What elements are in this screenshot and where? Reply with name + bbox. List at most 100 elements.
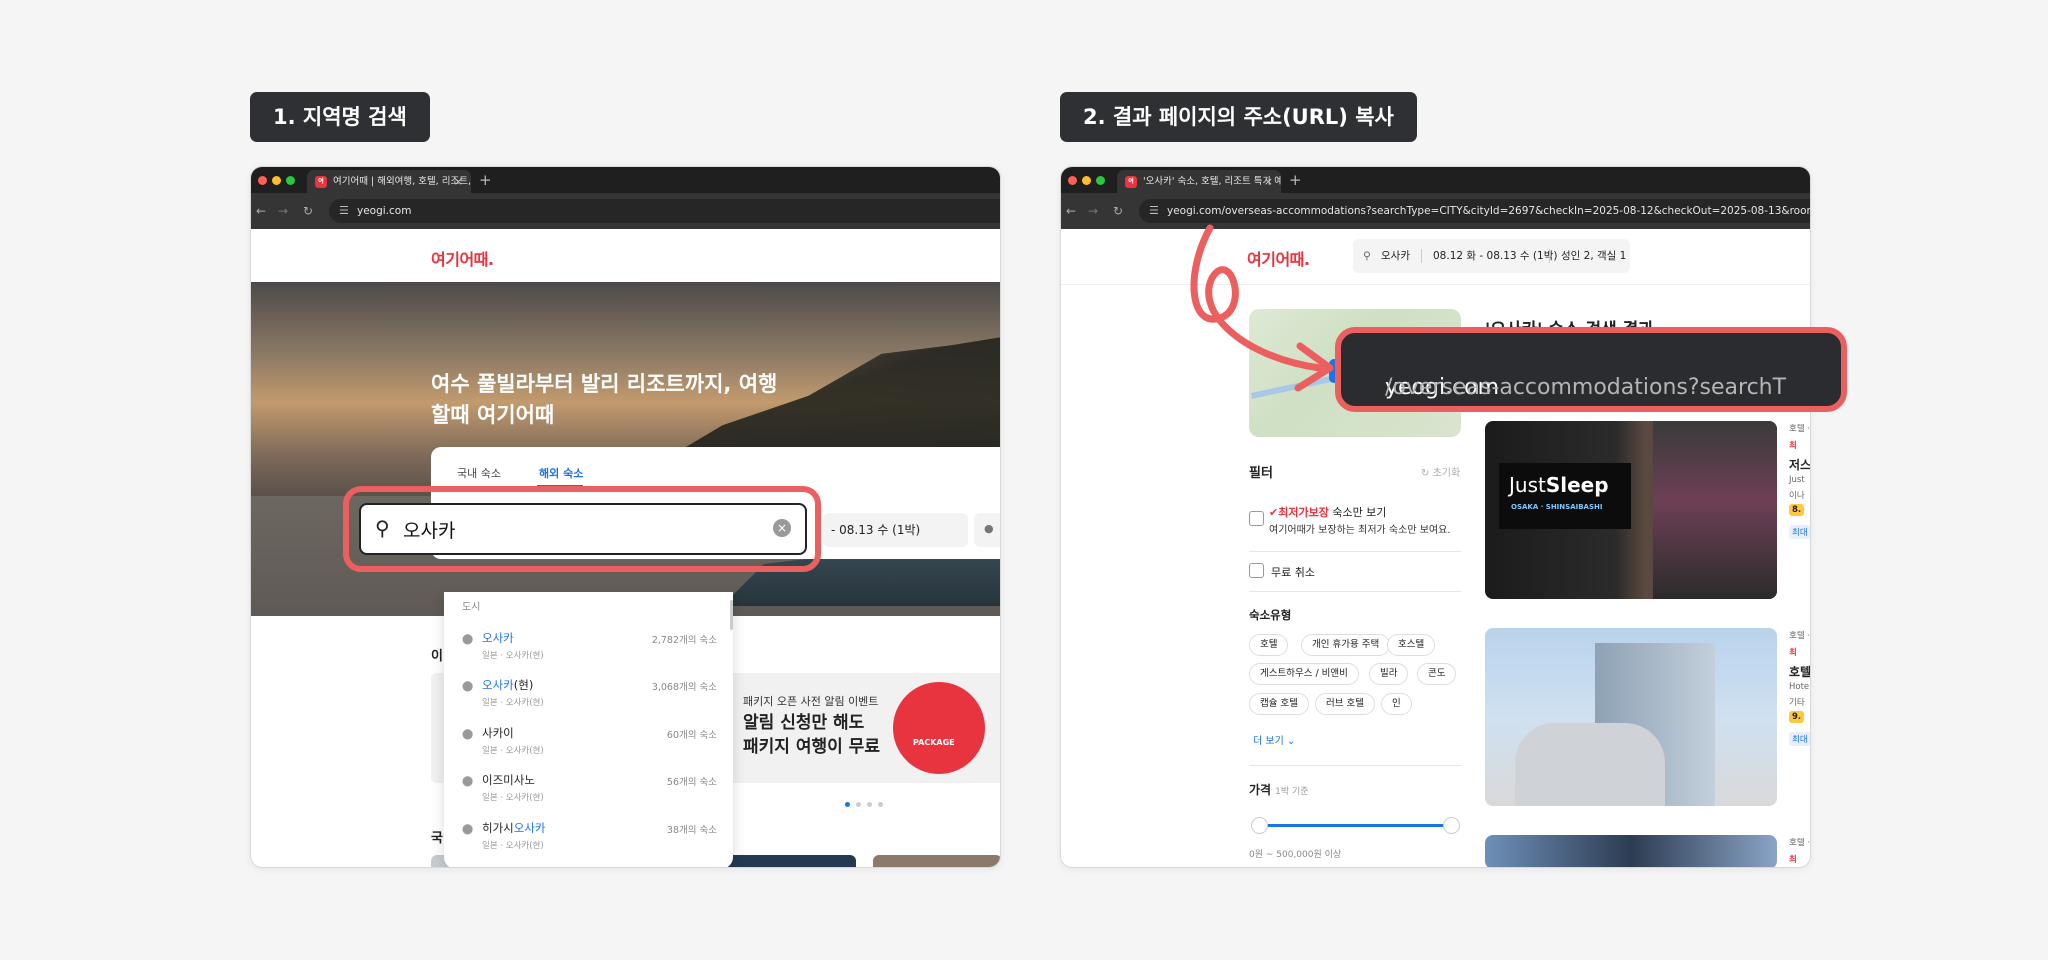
search-input[interactable]: ⚲ 오사카 × [359, 503, 807, 555]
location-pin-icon: ⬤ [462, 634, 474, 645]
pager-dot[interactable] [856, 802, 861, 807]
suggestion-name: 사카이 [482, 726, 514, 740]
pager-dot[interactable] [845, 802, 850, 807]
price-sub: 1박 기준 [1275, 787, 1309, 797]
chip-inn[interactable]: 인 [1381, 693, 1412, 715]
card1-badge: 최 [1789, 441, 1797, 451]
search-summary[interactable]: ⚲ 오사카 08.12 화 - 08.13 수 (1박) 성인 2, 객실 1 [1353, 239, 1630, 273]
promo-banner[interactable]: 패키지 오픈 사전 알림 이벤트 알림 신청만 해도 패키지 여행이 무료 PA… [733, 673, 1000, 783]
chip-hostel[interactable]: 호스텔 [1387, 634, 1436, 656]
price-slider-min[interactable] [1251, 817, 1268, 834]
guest-field[interactable]: ● [974, 513, 1000, 547]
suggestion-item[interactable]: ⬤ 이즈미사노 일본 · 오사카(현) 56개의 숙소 [462, 770, 717, 810]
thumbnail[interactable] [727, 855, 856, 867]
promo-card-left [431, 673, 445, 783]
promo-title: 알림 신청만 해도 패키지 여행이 무료 [743, 711, 880, 759]
search-query: 오사카 [403, 520, 456, 542]
forward-icon[interactable]: → [278, 193, 288, 229]
suggestion-region: 일본 · 오사카(현) [482, 793, 544, 803]
chip-guesthouse[interactable]: 게스트하우스 / 비앤비 [1249, 663, 1359, 685]
date-field[interactable]: - 08.13 수 (1박) [823, 513, 968, 547]
card1-tag: 최대 [1789, 525, 1810, 539]
chip-love-hotel[interactable]: 러브 호텔 [1315, 693, 1375, 715]
back-icon[interactable]: ← [1066, 193, 1076, 229]
free-cancel-checkbox[interactable] [1249, 563, 1264, 578]
chip-villa[interactable]: 빌라 [1369, 663, 1409, 685]
divider [1549, 249, 1550, 263]
chip-condo[interactable]: 콘도 [1417, 663, 1457, 685]
browser-tab[interactable]: 여 여기어때 | 해외여행, 호텔, 리조트, 펜 × [307, 170, 471, 193]
card1-area: 이나 [1789, 491, 1805, 501]
hotel-image-2[interactable] [1485, 628, 1777, 806]
suggestion-item[interactable]: ⬤ 오사카(현) 일본 · 오사카(현) 3,068개의 숙소 [462, 675, 717, 715]
hotel-image-1[interactable]: JustSleep OSAKA · SHINSAIBASHI [1485, 421, 1777, 599]
search-summary-query: 오사카 [1381, 250, 1410, 262]
promo-subtitle: 패키지 오픈 사전 알림 이벤트 [743, 695, 879, 708]
close-window-icon[interactable] [258, 176, 267, 185]
close-tab-icon[interactable]: × [1264, 170, 1273, 193]
card2-tag: 최대 [1789, 732, 1810, 746]
minimize-window-icon[interactable] [272, 176, 281, 185]
reset-button[interactable]: ↻ 초기화 [1421, 464, 1460, 479]
back-icon[interactable]: ← [256, 193, 266, 229]
section-heading-1: 이 [431, 649, 443, 664]
more-button[interactable]: 더 보기 ⌄ [1253, 732, 1295, 747]
new-tab-icon[interactable]: + [479, 170, 492, 190]
address-bar-row: ← → ↻ ☰ yeogi.com [251, 193, 1000, 229]
card1-category: 호텔 · [1789, 424, 1811, 434]
site-header: 여기어때. ⚲ 오사카 08.12 화 - 08.13 수 (1박) 성인 2,… [1061, 229, 1810, 285]
pager-dot[interactable] [878, 802, 883, 807]
url-field[interactable]: ☰ yeogi.com [329, 199, 1000, 223]
browser-tab[interactable]: 여 '오사카' 숙소, 호텔, 리조트 특가 예 × [1117, 170, 1281, 193]
suggestion-item[interactable]: ⬤ 오사카 일본 · 오사카(현) 2,782개의 숙소 [462, 628, 717, 668]
chip-capsule[interactable]: 캡슐 호텔 [1249, 693, 1309, 715]
minimize-window-icon[interactable] [1082, 176, 1091, 185]
suggestion-item[interactable]: ⬤ 히가시오사카 일본 · 오사카(현) 38개의 숙소 [462, 818, 717, 858]
suggestion-name: 오사카(현) [482, 678, 534, 692]
tab-bar: 여 '오사카' 숙소, 호텔, 리조트 특가 예 × + [1061, 167, 1810, 193]
thumbnail[interactable] [873, 855, 1000, 867]
search-summary-dates: 08.12 화 - 08.13 수 (1박) [1433, 250, 1558, 262]
price-title: 가격 1박 기준 [1249, 783, 1309, 797]
card1-title: 저스 [1789, 458, 1811, 472]
tab-domestic[interactable]: 국내 숙소 [457, 465, 501, 481]
card2-badge: 최 [1789, 648, 1797, 658]
reload-icon[interactable]: ↻ [1113, 193, 1123, 229]
person-icon: ● [984, 522, 994, 535]
site-settings-icon[interactable]: ☰ [339, 199, 349, 223]
price-slider-track[interactable] [1261, 824, 1451, 827]
location-pin-icon: ⬤ [462, 729, 474, 740]
maximize-window-icon[interactable] [286, 176, 295, 185]
maximize-window-icon[interactable] [1096, 176, 1105, 185]
card2-rating: 9. [1789, 711, 1805, 723]
chip-hotel[interactable]: 호텔 [1249, 634, 1289, 656]
card2-title: 호텔 [1789, 665, 1811, 679]
suggestion-count: 56개의 숙소 [666, 777, 717, 788]
yeogi-favicon-icon: 여 [315, 176, 327, 188]
promo-pager [845, 792, 889, 807]
close-tab-icon[interactable]: × [454, 170, 463, 193]
chip-vacation-home[interactable]: 개인 휴가용 주택 [1301, 634, 1391, 656]
site-settings-icon[interactable]: ☰ [1149, 199, 1159, 223]
hotel-image-3[interactable] [1485, 835, 1777, 867]
forward-icon[interactable]: → [1088, 193, 1098, 229]
lowest-price-checkbox[interactable] [1249, 511, 1264, 526]
suggestion-name: 이즈미사노 [482, 773, 535, 787]
section-heading-2: 국 [431, 831, 443, 846]
close-window-icon[interactable] [1068, 176, 1077, 185]
pager-dot[interactable] [867, 802, 872, 807]
tab-overseas[interactable]: 해외 숙소 [539, 465, 583, 481]
dropdown-scrollbar[interactable] [730, 600, 733, 630]
reload-icon[interactable]: ↻ [303, 193, 313, 229]
new-tab-icon[interactable]: + [1289, 170, 1302, 190]
card1-subtitle: Just [1789, 475, 1805, 485]
card2-category: 호텔 · [1789, 631, 1811, 641]
suggestion-item[interactable]: ⬤ 사카이 일본 · 오사카(현) 60개의 숙소 [462, 723, 717, 763]
divider [1249, 551, 1461, 552]
reset-label: 초기화 [1432, 468, 1461, 479]
clear-icon[interactable]: × [773, 519, 791, 537]
search-icon: ⚲ [375, 516, 390, 540]
yeogi-logo[interactable]: 여기어때. [431, 246, 494, 270]
price-slider-max[interactable] [1443, 817, 1460, 834]
tab-bar: 여 여기어때 | 해외여행, 호텔, 리조트, 펜 × + [251, 167, 1000, 193]
